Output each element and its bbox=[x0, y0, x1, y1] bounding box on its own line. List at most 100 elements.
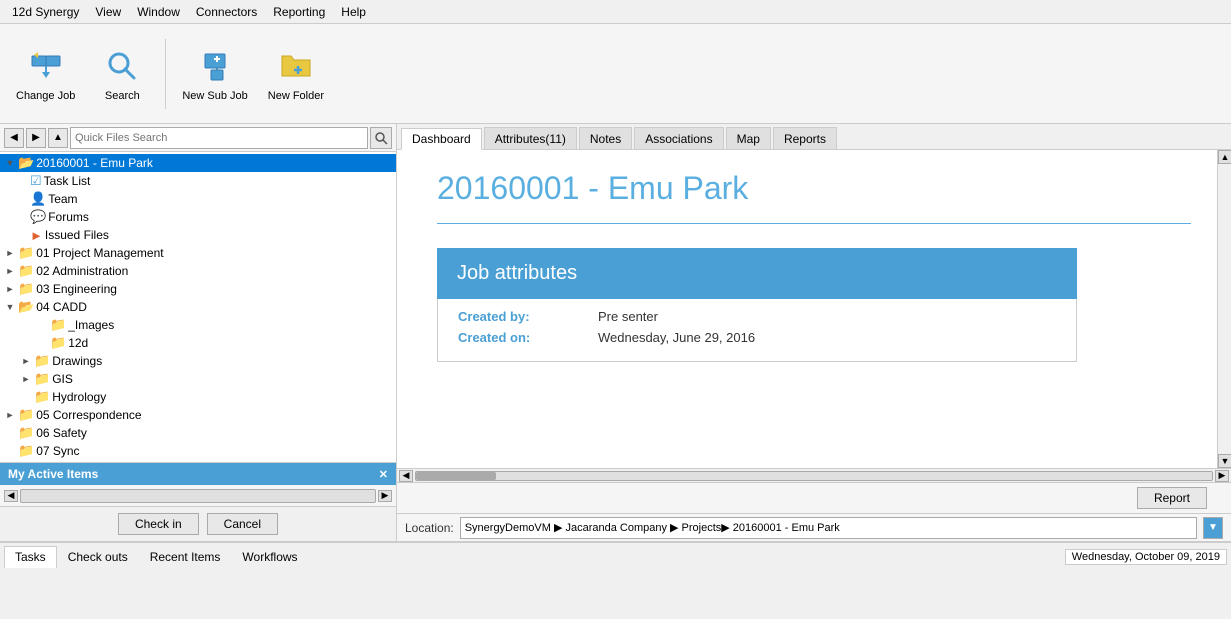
new-sub-job-label: New Sub Job bbox=[182, 90, 247, 102]
tree-item-images[interactable]: + 📁 _Images bbox=[0, 316, 396, 334]
change-job-label: Change Job bbox=[16, 90, 75, 102]
location-input[interactable] bbox=[460, 517, 1197, 539]
bottom-tab-recent-items[interactable]: Recent Items bbox=[139, 546, 232, 568]
tree-item-task-list[interactable]: + ☑ Task List bbox=[0, 172, 396, 190]
tree-item-07[interactable]: + 📁 07 Sync bbox=[0, 442, 396, 460]
tree-item-01[interactable]: ► 📁 01 Project Management bbox=[0, 244, 396, 262]
h-scroll-left-button[interactable]: ◀ bbox=[399, 470, 413, 482]
location-dropdown-button[interactable]: ▼ bbox=[1203, 517, 1223, 539]
menu-reporting[interactable]: Reporting bbox=[265, 3, 333, 21]
tree-item-drawings[interactable]: ► 📁 Drawings bbox=[0, 352, 396, 370]
tree-item-hydrology[interactable]: + 📁 Hydrology bbox=[0, 388, 396, 406]
tree-icon-04: 📂 bbox=[18, 299, 34, 315]
tree-icon-team: 👤 bbox=[30, 191, 46, 207]
tree-expand-01[interactable]: ► bbox=[4, 247, 16, 259]
menu-window[interactable]: Window bbox=[129, 3, 188, 21]
tree-expand-root[interactable]: ▼ bbox=[4, 157, 16, 169]
bottom-tabs: Tasks Check outs Recent Items Workflows … bbox=[0, 542, 1231, 570]
status-date: Wednesday, October 09, 2019 bbox=[1065, 549, 1227, 565]
tree-expand-05[interactable]: ► bbox=[4, 409, 16, 421]
change-job-button[interactable]: Change Job bbox=[8, 30, 83, 118]
active-items-buttons: Check in Cancel bbox=[0, 507, 396, 541]
tree-root[interactable]: ▼ 📂 20160001 - Emu Park bbox=[0, 154, 396, 172]
nav-up-button[interactable]: ▲ bbox=[48, 128, 68, 148]
tab-associations[interactable]: Associations bbox=[634, 127, 723, 149]
nav-forward-button[interactable]: ▶ bbox=[26, 128, 46, 148]
active-items-title: My Active Items bbox=[8, 467, 98, 481]
scroll-track[interactable] bbox=[20, 489, 376, 503]
tree-item-team[interactable]: + 👤 Team bbox=[0, 190, 396, 208]
tab-notes[interactable]: Notes bbox=[579, 127, 632, 149]
h-scroll-right-button[interactable]: ▶ bbox=[1215, 470, 1229, 482]
nav-back-button[interactable]: ◀ bbox=[4, 128, 24, 148]
active-items-close-button[interactable]: ✕ bbox=[379, 468, 388, 481]
tree-icon-hydrology: 📁 bbox=[34, 389, 50, 405]
tree-expand-04[interactable]: ▼ bbox=[4, 301, 16, 313]
tree-item-gis[interactable]: ► 📁 GIS bbox=[0, 370, 396, 388]
scroll-left-button[interactable]: ◀ bbox=[4, 490, 18, 502]
tree-icon-forums: 💬 bbox=[30, 209, 46, 225]
tree-item-12d[interactable]: + 📁 12d bbox=[0, 334, 396, 352]
created-on-row: Created on: Wednesday, June 29, 2016 bbox=[458, 330, 1056, 345]
bottom-tab-workflows[interactable]: Workflows bbox=[231, 546, 308, 568]
bottom-tab-checkouts[interactable]: Check outs bbox=[57, 546, 139, 568]
tree-label-2: Forums bbox=[48, 210, 89, 224]
new-folder-button[interactable]: New Folder bbox=[260, 30, 332, 118]
active-items-panel: My Active Items ✕ ◀ ▶ Check in Cancel bbox=[0, 462, 396, 541]
report-row: Report bbox=[397, 482, 1231, 513]
tree-item-02[interactable]: ► 📁 02 Administration bbox=[0, 262, 396, 280]
created-on-label: Created on: bbox=[458, 330, 598, 345]
tree-item-forums[interactable]: + 💬 Forums bbox=[0, 208, 396, 226]
report-button[interactable]: Report bbox=[1137, 487, 1207, 509]
check-in-button[interactable]: Check in bbox=[118, 513, 199, 535]
tree-icon-drawings: 📁 bbox=[34, 353, 50, 369]
menu-view[interactable]: View bbox=[87, 3, 129, 21]
tab-reports[interactable]: Reports bbox=[773, 127, 837, 149]
tree-item-03[interactable]: ► 📁 03 Engineering bbox=[0, 280, 396, 298]
search-icon bbox=[102, 46, 142, 86]
bottom-area: Tasks Check outs Recent Items Workflows … bbox=[0, 541, 1231, 570]
main-content: ◀ ▶ ▲ ▼ 📂 20160001 - Emu Park bbox=[0, 124, 1231, 541]
tab-attributes[interactable]: Attributes(11) bbox=[484, 127, 577, 149]
tab-map[interactable]: Map bbox=[726, 127, 771, 149]
tab-dashboard[interactable]: Dashboard bbox=[401, 128, 482, 150]
tree-expand-gis[interactable]: ► bbox=[20, 373, 32, 385]
new-sub-job-icon bbox=[195, 46, 235, 86]
tree-label-13: 05 Correspondence bbox=[36, 408, 141, 422]
tree-icon-gis: 📁 bbox=[34, 371, 50, 387]
job-title: 20160001 - Emu Park bbox=[437, 170, 1191, 207]
scroll-up-button[interactable]: ▲ bbox=[1218, 150, 1231, 164]
bottom-tab-tasks[interactable]: Tasks bbox=[4, 546, 57, 568]
quick-search-input[interactable] bbox=[70, 127, 368, 149]
tree-item-05[interactable]: ► 📁 05 Correspondence bbox=[0, 406, 396, 424]
tree-expand-03[interactable]: ► bbox=[4, 283, 16, 295]
created-on-value: Wednesday, June 29, 2016 bbox=[598, 330, 755, 345]
menu-connectors[interactable]: Connectors bbox=[188, 3, 265, 21]
right-scrollbar[interactable]: ▲ ▼ bbox=[1217, 150, 1231, 468]
cancel-button[interactable]: Cancel bbox=[207, 513, 278, 535]
tree-item-issued-files[interactable]: + ► Issued Files bbox=[0, 226, 396, 244]
tree-icon-task: ☑ bbox=[30, 173, 42, 189]
tab-content-wrapper: ▲ ▼ 20160001 - Emu Park Job attributes C… bbox=[397, 150, 1231, 482]
tree-label-4: 01 Project Management bbox=[36, 246, 163, 260]
toolbar-divider-1 bbox=[165, 39, 166, 109]
scroll-down-button[interactable]: ▼ bbox=[1218, 454, 1231, 468]
tree-label-11: GIS bbox=[52, 372, 73, 386]
search-go-button[interactable] bbox=[370, 127, 392, 149]
tree-label-3: Issued Files bbox=[45, 228, 109, 242]
tree-item-04[interactable]: ▼ 📂 04 CADD bbox=[0, 298, 396, 316]
search-button[interactable]: Search bbox=[87, 30, 157, 118]
tabs-bar: Dashboard Attributes(11) Notes Associati… bbox=[397, 124, 1231, 150]
tree-label-6: 03 Engineering bbox=[36, 282, 117, 296]
tree-icon-issued: ► bbox=[30, 228, 43, 243]
location-bar: Location: ▼ bbox=[397, 513, 1231, 541]
h-scroll-track[interactable] bbox=[415, 471, 1213, 481]
menu-12d-synergy[interactable]: 12d Synergy bbox=[4, 3, 87, 21]
tree-expand-02[interactable]: ► bbox=[4, 265, 16, 277]
tree-item-06[interactable]: + 📁 06 Safety bbox=[0, 424, 396, 442]
tree-expand-drawings[interactable]: ► bbox=[20, 355, 32, 367]
menu-help[interactable]: Help bbox=[333, 3, 374, 21]
tree-label-10: Drawings bbox=[52, 354, 102, 368]
scroll-right-button[interactable]: ▶ bbox=[378, 490, 392, 502]
new-sub-job-button[interactable]: New Sub Job bbox=[174, 30, 255, 118]
